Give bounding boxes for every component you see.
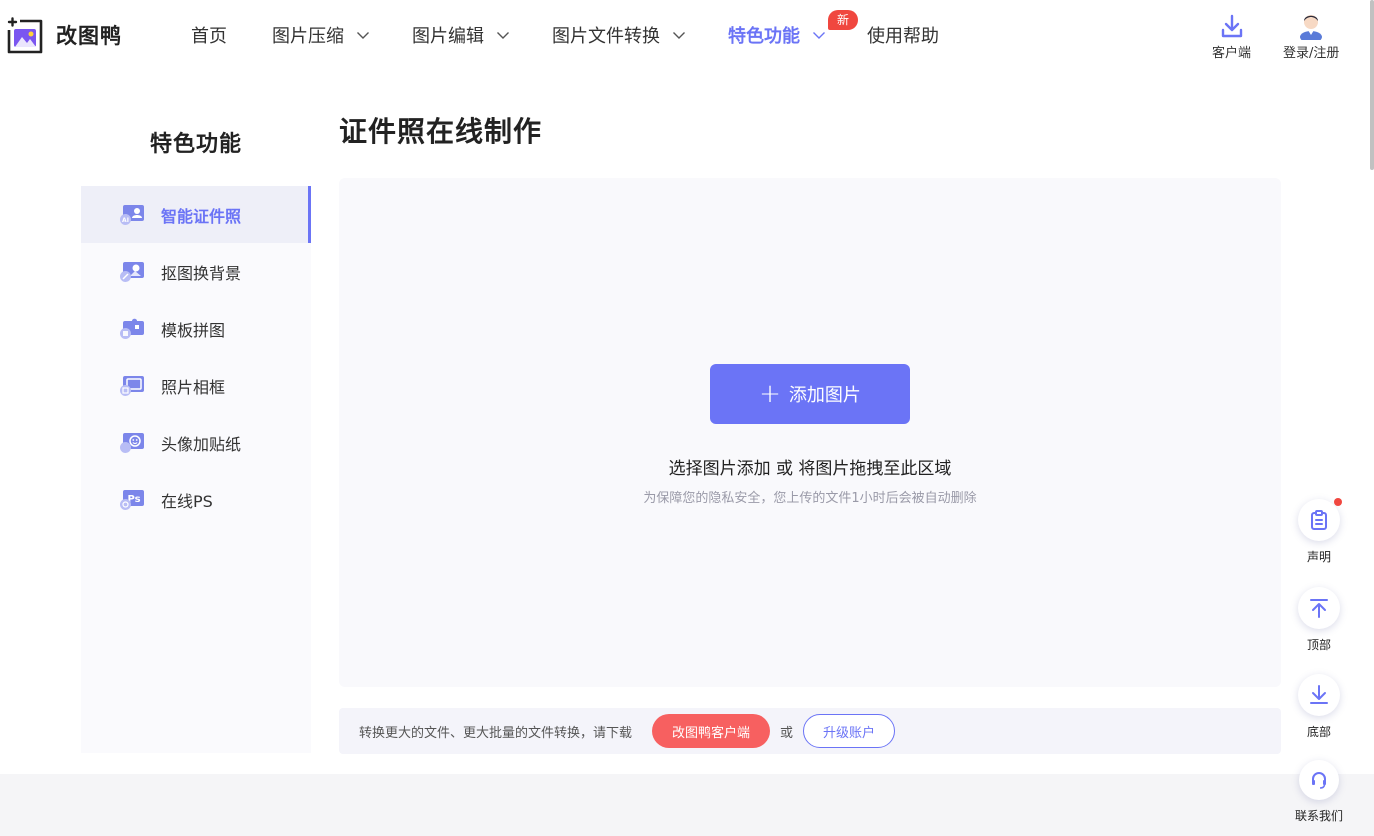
logo-icon — [6, 16, 44, 54]
nav-featured[interactable]: 特色功能 新 — [728, 10, 859, 48]
top-label: 顶部 — [1306, 638, 1331, 652]
client-download-button[interactable]: 客户端 — [1212, 10, 1251, 61]
chevron-down-icon — [497, 32, 509, 39]
id-photo-icon: AI — [120, 204, 144, 225]
login-register-button[interactable]: 登录/注册 — [1283, 10, 1339, 61]
avatar-icon — [1300, 15, 1323, 40]
main-nav: 首页 图片压缩 图片编辑 图片文件转换 特色功能 新 使用帮助 — [191, 10, 939, 48]
sidebar-header: 特色功能 — [81, 98, 311, 186]
login-label: 登录/注册 — [1283, 46, 1340, 61]
page-bottom-band — [0, 774, 1374, 836]
client-label: 客户端 — [1212, 46, 1252, 61]
clipboard-icon — [1311, 510, 1327, 530]
download-client-button[interactable]: 改图鸭客户端 — [652, 714, 771, 748]
sidebar-item-photo-frame[interactable]: 照片相框 — [81, 357, 311, 414]
nav-home-label: 首页 — [191, 26, 227, 47]
page-title: 证件照在线制作 — [339, 115, 543, 148]
nav-help-label: 使用帮助 — [867, 26, 939, 47]
nav-help[interactable]: 使用帮助 — [867, 22, 939, 48]
cutout-background-icon — [120, 261, 144, 282]
new-badge: 新 — [828, 10, 859, 30]
svg-text:AI: AI — [122, 217, 129, 224]
photo-frame-icon — [120, 375, 144, 396]
arrow-down-icon — [1310, 685, 1328, 704]
sidebar-item-avatar-sticker[interactable]: 头像加贴纸 — [81, 414, 311, 471]
sidebar-item-template-puzzle[interactable]: 模板拼图 — [81, 300, 311, 357]
nav-image-compress[interactable]: 图片压缩 — [272, 22, 370, 48]
upload-drop-zone[interactable]: + 添加图片 选择图片添加 或 将图片拖拽至此区域 为保障您的隐私安全，您上传的… — [339, 178, 1281, 687]
template-puzzle-icon — [120, 318, 144, 339]
chevron-down-icon — [813, 32, 825, 39]
online-ps-icon: Ps — [120, 489, 144, 510]
contact-us-button[interactable]: 联系我们 — [1295, 760, 1344, 824]
chevron-down-icon — [673, 32, 685, 39]
download-icon — [1221, 14, 1242, 38]
statement-button[interactable]: 声明 — [1296, 498, 1342, 565]
nav-file-convert-label: 图片文件转换 — [552, 26, 660, 47]
bottom-label: 底部 — [1306, 725, 1331, 739]
nav-file-convert[interactable]: 图片文件转换 — [552, 22, 686, 48]
headset-icon — [1312, 772, 1326, 789]
nav-image-edit[interactable]: 图片编辑 — [412, 22, 510, 48]
avatar-sticker-icon — [120, 432, 144, 453]
brand-name: 改图鸭 — [56, 24, 122, 48]
arrow-up-icon — [1310, 599, 1328, 618]
sidebar-list: AI 智能证件照 抠图换背景 模板拼图 照片相框 头像加贴纸 Ps 在线PS — [81, 186, 311, 528]
sidebar-item-label: 在线PS — [161, 491, 213, 511]
or-text: 或 — [780, 725, 794, 741]
sidebar-item-label: 模板拼图 — [161, 320, 226, 340]
top-header: 改图鸭 首页 图片压缩 图片编辑 图片文件转换 特色功能 新 使用帮助 客户端 … — [0, 0, 1374, 72]
sidebar-item-label: 智能证件照 — [161, 206, 242, 226]
nav-image-edit-label: 图片编辑 — [412, 26, 484, 47]
nav-image-compress-label: 图片压缩 — [272, 26, 344, 47]
upgrade-account-button[interactable]: 升级账户 — [803, 714, 896, 748]
sidebar-item-label: 抠图换背景 — [161, 263, 242, 283]
back-to-top-button[interactable]: 顶部 — [1296, 587, 1342, 653]
sidebar-item-label: 头像加贴纸 — [161, 434, 242, 454]
privacy-note: 为保障您的隐私安全，您上传的文件1小时后会被自动删除 — [643, 491, 977, 506]
sidebar-item-id-photo[interactable]: AI 智能证件照 — [81, 186, 311, 243]
sidebar-item-label: 照片相框 — [161, 377, 226, 397]
sidebar-item-cutout-background[interactable]: 抠图换背景 — [81, 243, 311, 300]
sidebar-title: 特色功能 — [149, 132, 242, 157]
sidebar-item-online-ps[interactable]: Ps 在线PS — [81, 471, 311, 528]
page-scrollbar[interactable] — [1370, 0, 1374, 170]
statement-label: 声明 — [1306, 550, 1331, 564]
go-to-bottom-button[interactable]: 底部 — [1296, 674, 1342, 740]
download-promo-bar: 转换更大的文件、更大批量的文件转换，请下载 改图鸭客户端 或 升级账户 — [339, 708, 1281, 754]
nav-featured-label: 特色功能 — [728, 26, 800, 47]
feature-sidebar: 特色功能 AI 智能证件照 抠图换背景 模板拼图 照片相框 头像加贴纸 Ps 在… — [81, 98, 311, 753]
nav-home[interactable]: 首页 — [191, 22, 227, 48]
brand-logo[interactable]: 改图鸭 — [6, 16, 122, 54]
notification-dot — [1334, 498, 1342, 506]
plus-icon: + — [759, 379, 781, 409]
add-image-button[interactable]: + 添加图片 — [710, 364, 910, 424]
promo-text: 转换更大的文件、更大批量的文件转换，请下载 — [359, 725, 633, 741]
chevron-down-icon — [357, 32, 369, 39]
contact-label: 联系我们 — [1295, 809, 1344, 823]
add-image-label: 添加图片 — [788, 385, 861, 406]
upload-hint: 选择图片添加 或 将图片拖拽至此区域 — [668, 459, 952, 479]
